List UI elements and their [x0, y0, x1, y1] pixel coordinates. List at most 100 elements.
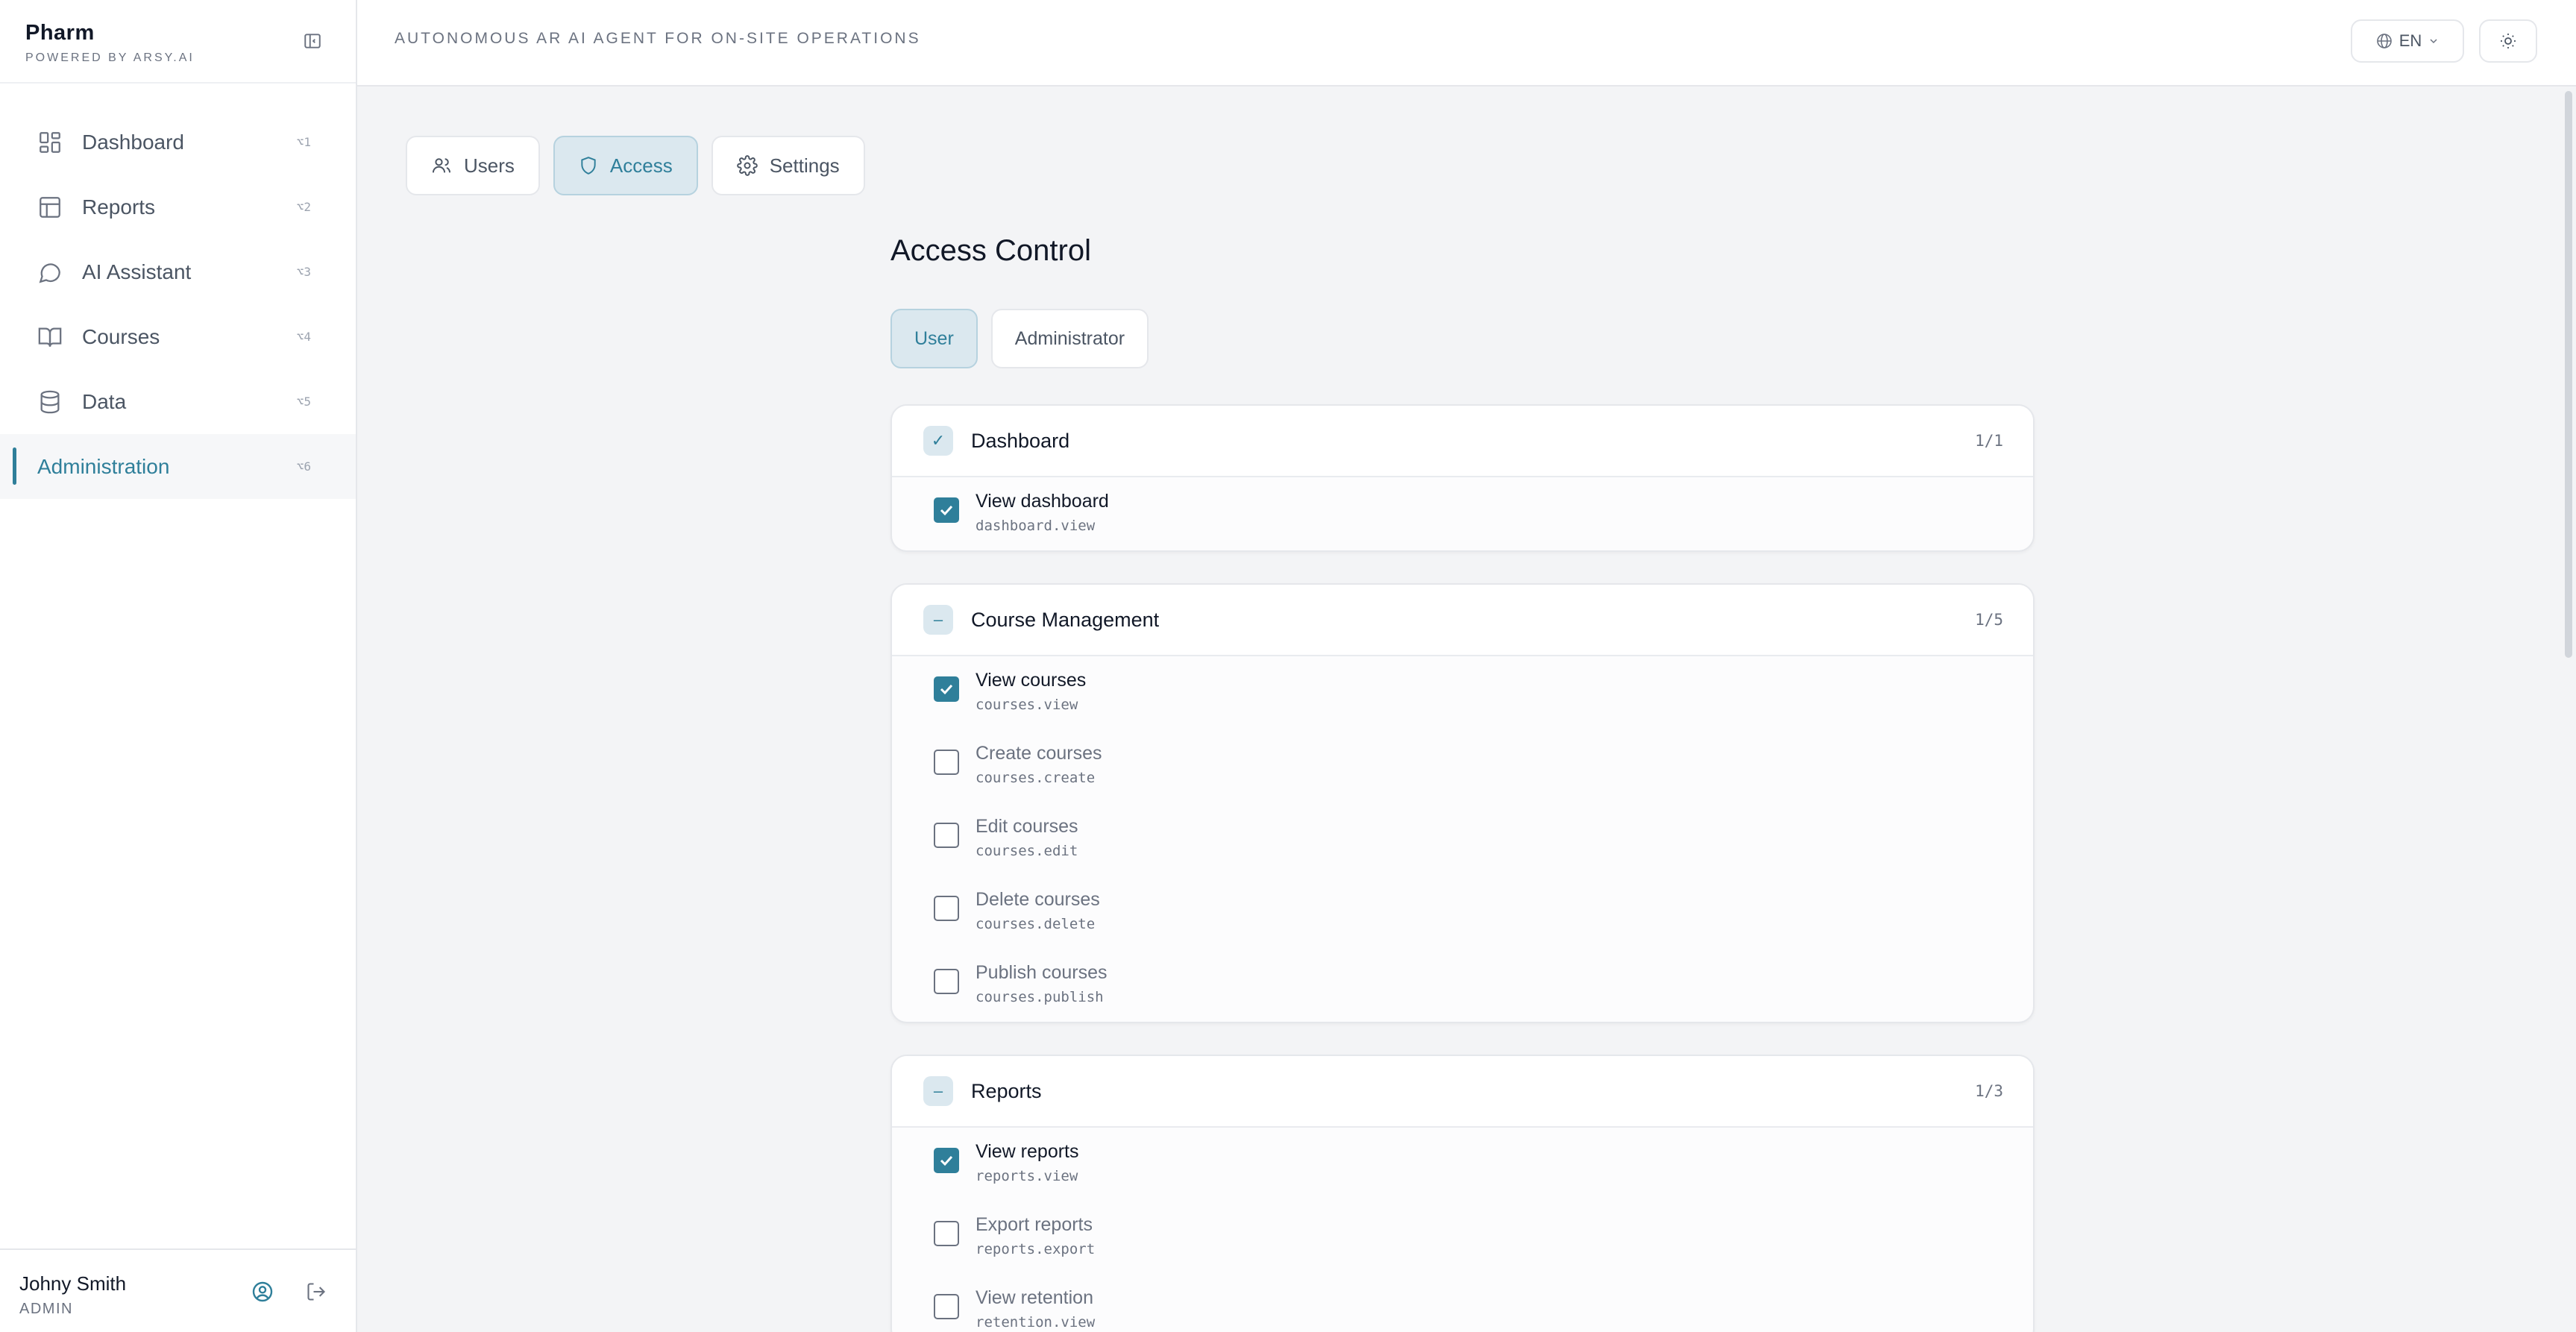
- sidebar-item-data[interactable]: Data ⌥5: [0, 369, 356, 434]
- top-header: AUTONOMOUS AR AI AGENT FOR ON-SITE OPERA…: [357, 0, 2576, 87]
- sidebar-item-label: Reports: [82, 195, 156, 219]
- chat-bubble-icon: [36, 258, 64, 286]
- tab-label: Access: [609, 154, 673, 177]
- permission-key: reports.export: [976, 1241, 1096, 1257]
- sidebar: Pharm POWERED BY ARSY.AI Dashboard ⌥1 Re…: [0, 0, 357, 1332]
- permission-label: View retention: [976, 1287, 1093, 1308]
- permission-row: Edit courses courses.edit: [892, 802, 2033, 876]
- permission-key: courses.view: [976, 697, 1078, 713]
- user-circle-icon: [252, 1281, 273, 1302]
- permission-key: courses.create: [976, 770, 1096, 786]
- sidebar-item-courses[interactable]: Courses ⌥4: [0, 304, 356, 369]
- group-toggle-checkbox[interactable]: –: [923, 605, 953, 635]
- shortcut-hint: ⌥1: [296, 135, 311, 149]
- user-name: Johny Smith: [19, 1272, 127, 1295]
- user-block: Johny Smith ADMIN: [0, 1248, 356, 1332]
- group-title: Course Management: [971, 608, 1160, 631]
- admin-tabs: Users Access Settings: [406, 136, 865, 195]
- group-header: – Reports 1/3: [892, 1056, 2033, 1128]
- tab-access[interactable]: Access: [553, 136, 698, 195]
- theme-toggle-button[interactable]: [2479, 19, 2537, 63]
- sidebar-collapse-button[interactable]: [298, 27, 327, 55]
- permission-checkbox[interactable]: [934, 969, 959, 994]
- dashboard-icon: [36, 128, 64, 157]
- shortcut-hint: ⌥5: [296, 395, 311, 409]
- permission-checkbox[interactable]: [934, 750, 959, 775]
- permission-label: View dashboard: [976, 491, 1109, 512]
- group-header: ✓ Dashboard 1/1: [892, 406, 2033, 477]
- permission-group-dashboard: ✓ Dashboard 1/1 View dashboard dashboard…: [890, 404, 2035, 552]
- shield-icon: [581, 157, 596, 175]
- permission-checkbox[interactable]: [934, 896, 959, 921]
- shortcut-hint: ⌥2: [296, 200, 311, 214]
- group-count: 1/3: [1975, 1082, 2003, 1100]
- language-label: EN: [2398, 31, 2422, 50]
- permission-row: View courses courses.view: [892, 656, 2033, 729]
- group-toggle-checkbox[interactable]: ✓: [923, 426, 953, 456]
- permission-checkbox[interactable]: [934, 1148, 959, 1173]
- permission-checkbox[interactable]: [934, 1221, 959, 1246]
- group-title: Reports: [971, 1079, 1042, 1102]
- app-root: Pharm POWERED BY ARSY.AI Dashboard ⌥1 Re…: [0, 0, 2576, 1332]
- permission-label: View courses: [976, 670, 1087, 691]
- sidebar-nav: Dashboard ⌥1 Reports ⌥2 AI Assistant ⌥3: [0, 110, 356, 499]
- tab-label: Users: [464, 154, 515, 177]
- shortcut-hint: ⌥4: [296, 330, 311, 344]
- permission-row: View dashboard dashboard.view: [892, 477, 2033, 550]
- check-icon: [940, 684, 953, 695]
- permission-label: Delete courses: [976, 889, 1100, 910]
- permission-key: retention.view: [976, 1314, 1096, 1331]
- shortcut-hint: ⌥6: [296, 459, 311, 474]
- logout-button[interactable]: [303, 1278, 330, 1305]
- permission-row: Delete courses courses.delete: [892, 876, 2033, 949]
- sidebar-item-reports[interactable]: Reports ⌥2: [0, 175, 356, 239]
- brand-name: Pharm: [25, 21, 95, 45]
- group-toggle-checkbox[interactable]: –: [923, 1076, 953, 1106]
- sidebar-item-label: Data: [82, 389, 127, 413]
- role-tab-user[interactable]: User: [890, 309, 978, 368]
- sidebar-divider: [0, 82, 356, 84]
- sidebar-item-ai-assistant[interactable]: AI Assistant ⌥3: [0, 239, 356, 304]
- book-icon: [36, 323, 64, 351]
- permission-label: Edit courses: [976, 816, 1078, 837]
- sidebar-item-label: Courses: [82, 324, 160, 348]
- permission-checkbox[interactable]: [934, 676, 959, 702]
- sidebar-item-dashboard[interactable]: Dashboard ⌥1: [0, 110, 356, 175]
- profile-button[interactable]: [249, 1278, 276, 1305]
- permission-checkbox[interactable]: [934, 1294, 959, 1319]
- globe-icon: [2376, 34, 2392, 48]
- group-count: 1/1: [1975, 432, 2003, 450]
- page-title: Access Control: [890, 234, 1091, 267]
- sidebar-item-label: Dashboard: [82, 130, 184, 154]
- permission-key: courses.publish: [976, 989, 1104, 1005]
- user-role: ADMIN: [19, 1301, 73, 1317]
- header-tagline: AUTONOMOUS AR AI AGENT FOR ON-SITE OPERA…: [395, 30, 921, 47]
- permission-key: dashboard.view: [976, 518, 1096, 534]
- permission-label: Export reports: [976, 1214, 1093, 1235]
- check-icon: [940, 505, 953, 516]
- tab-label: Settings: [769, 154, 840, 177]
- role-tab-administrator[interactable]: Administrator: [990, 309, 1149, 368]
- check-icon: [940, 1155, 953, 1166]
- permission-label: Publish courses: [976, 962, 1108, 983]
- permission-group-reports: – Reports 1/3 View reports reports.view …: [890, 1055, 2035, 1332]
- permission-checkbox[interactable]: [934, 497, 959, 523]
- permission-checkbox[interactable]: [934, 823, 959, 848]
- tab-settings[interactable]: Settings: [711, 136, 865, 195]
- permission-label: View reports: [976, 1141, 1079, 1162]
- permission-key: courses.edit: [976, 843, 1078, 859]
- panel-left-icon: [304, 34, 321, 48]
- group-header: – Course Management 1/5: [892, 585, 2033, 656]
- permission-key: reports.view: [976, 1168, 1078, 1184]
- permission-group-course-management: – Course Management 1/5 View courses cou…: [890, 583, 2035, 1023]
- tab-users[interactable]: Users: [406, 136, 540, 195]
- sidebar-item-administration[interactable]: Administration ⌥6: [0, 434, 356, 499]
- sun-icon: [2501, 34, 2516, 48]
- database-icon: [36, 388, 64, 416]
- permission-row: View retention retention.view: [892, 1274, 2033, 1332]
- language-selector[interactable]: EN: [2351, 19, 2464, 63]
- permission-row: Create courses courses.create: [892, 729, 2033, 802]
- group-count: 1/5: [1975, 611, 2003, 629]
- scrollbar-thumb[interactable]: [2565, 91, 2572, 658]
- permission-row: View reports reports.view: [892, 1128, 2033, 1201]
